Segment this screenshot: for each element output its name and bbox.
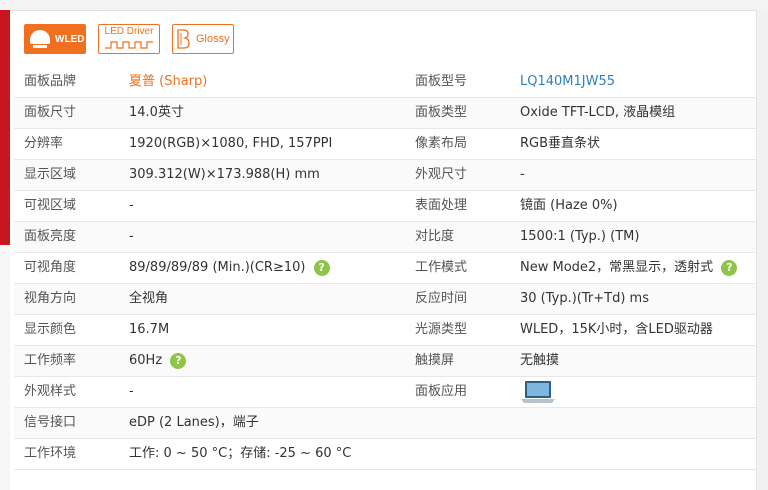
- spec-value-cell: New Mode2，常黑显示，透射式 ?: [510, 252, 756, 284]
- spec-label: 面板品牌: [14, 67, 119, 98]
- spec-table: 面板品牌 夏普 (Sharp) 面板型号 LQ140M1JW55 面板尺寸 14…: [14, 67, 756, 470]
- spec-label: 可视角度: [14, 252, 119, 284]
- spec-label: 信号接口: [14, 407, 119, 439]
- spec-label: 表面处理: [405, 190, 510, 222]
- spec-value: -: [119, 221, 405, 253]
- spec-value: eDP (2 Lanes)，端子: [119, 407, 756, 439]
- table-row: 显示区域 309.312(W)×173.988(H) mm 外观尺寸 -: [14, 159, 756, 191]
- spec-value: RGB垂直条状: [510, 128, 756, 160]
- spec-label: 外观样式: [14, 376, 119, 408]
- laptop-icon[interactable]: [520, 379, 556, 405]
- left-red-strip: [0, 10, 10, 245]
- spec-value-cell: 60Hz ?: [119, 345, 405, 377]
- spec-value: 全视角: [119, 283, 405, 315]
- table-row: 工作频率 60Hz ? 触摸屏 无触摸: [14, 345, 756, 377]
- left-panel-edge: [0, 245, 10, 490]
- spec-value: 60Hz: [129, 353, 163, 368]
- spec-value: 14.0英寸: [119, 97, 405, 129]
- spec-label: 触摸屏: [405, 345, 510, 377]
- table-row: 信号接口 eDP (2 Lanes)，端子: [14, 407, 756, 439]
- table-row: 外观样式 - 面板应用: [14, 376, 756, 408]
- led-driver-badge: LED Driver: [98, 24, 160, 54]
- right-scroll-area: [756, 10, 768, 490]
- spec-label: 面板尺寸: [14, 97, 119, 129]
- glossy-mark-icon: [177, 29, 190, 49]
- spec-value: 工作: 0 ~ 50 °C；存储: -25 ~ 60 °C: [119, 438, 756, 470]
- question-circle-icon[interactable]: ?: [313, 259, 330, 276]
- glossy-badge-label: Glossy: [196, 33, 230, 45]
- spec-value-cell: 89/89/89/89 (Min.)(CR≥10) ?: [119, 252, 405, 284]
- spec-label: 面板型号: [405, 67, 510, 98]
- spec-value: -: [510, 159, 756, 191]
- spec-value: 1920(RGB)×1080, FHD, 157PPI: [119, 128, 405, 160]
- table-row: 可视区域 - 表面处理 镜面 (Haze 0%): [14, 190, 756, 222]
- table-row: 面板尺寸 14.0英寸 面板类型 Oxide TFT-LCD, 液晶模组: [14, 97, 756, 129]
- spec-label: 视角方向: [14, 283, 119, 315]
- top-border: [0, 0, 768, 11]
- spec-label: 面板亮度: [14, 221, 119, 253]
- table-row: 分辨率 1920(RGB)×1080, FHD, 157PPI 像素布局 RGB…: [14, 128, 756, 160]
- spec-value: 89/89/89/89 (Min.)(CR≥10): [129, 260, 306, 275]
- spec-value: 夏普 (Sharp): [119, 67, 405, 98]
- table-row: 可视角度 89/89/89/89 (Min.)(CR≥10) ? 工作模式 Ne…: [14, 252, 756, 284]
- wled-badge: WLED: [24, 24, 86, 54]
- spec-value: 30 (Typ.)(Tr+Td) ms: [510, 283, 756, 315]
- spec-label: 工作频率: [14, 345, 119, 377]
- spec-value: 16.7M: [119, 314, 405, 346]
- spec-label: 显示区域: [14, 159, 119, 191]
- spec-label: 分辨率: [14, 128, 119, 160]
- wled-badge-label: WLED: [55, 33, 85, 45]
- question-circle-icon[interactable]: ?: [721, 259, 738, 276]
- question-circle-icon[interactable]: ?: [170, 352, 187, 369]
- spec-label: 工作环境: [14, 438, 119, 470]
- glossy-badge: Glossy: [172, 24, 234, 54]
- led-driver-badge-label: LED Driver: [104, 26, 154, 37]
- spec-value: New Mode2，常黑显示，透射式: [520, 260, 714, 275]
- spec-label: 像素布局: [405, 128, 510, 160]
- table-row: 面板亮度 - 对比度 1500:1 (Typ.) (TM): [14, 221, 756, 253]
- spec-label: 面板应用: [405, 376, 510, 408]
- table-row: 显示颜色 16.7M 光源类型 WLED，15K小时，含LED驱动器: [14, 314, 756, 346]
- wled-bulb-icon: [28, 28, 52, 50]
- table-row: 面板品牌 夏普 (Sharp) 面板型号 LQ140M1JW55: [14, 67, 756, 98]
- spec-value: 镜面 (Haze 0%): [510, 190, 756, 222]
- spec-value: -: [119, 376, 405, 408]
- spec-value: WLED，15K小时，含LED驱动器: [510, 314, 756, 346]
- table-row: 视角方向 全视角 反应时间 30 (Typ.)(Tr+Td) ms: [14, 283, 756, 315]
- led-driver-wave-icon: [105, 41, 153, 49]
- spec-value: -: [119, 190, 405, 222]
- spec-label: 工作模式: [405, 252, 510, 284]
- spec-label: 反应时间: [405, 283, 510, 315]
- spec-value: LQ140M1JW55: [510, 67, 756, 98]
- spec-value-cell: [510, 376, 756, 408]
- spec-label: 外观尺寸: [405, 159, 510, 191]
- spec-label: 光源类型: [405, 314, 510, 346]
- spec-label: 可视区域: [14, 190, 119, 222]
- spec-label: 对比度: [405, 221, 510, 253]
- spec-value: 无触摸: [510, 345, 756, 377]
- spec-label: 显示颜色: [14, 314, 119, 346]
- spec-value: 309.312(W)×173.988(H) mm: [119, 159, 405, 191]
- table-row: 工作环境 工作: 0 ~ 50 °C；存储: -25 ~ 60 °C: [14, 438, 756, 470]
- spec-value: Oxide TFT-LCD, 液晶模组: [510, 97, 756, 129]
- spec-value: 1500:1 (Typ.) (TM): [510, 221, 756, 253]
- spec-label: 面板类型: [405, 97, 510, 129]
